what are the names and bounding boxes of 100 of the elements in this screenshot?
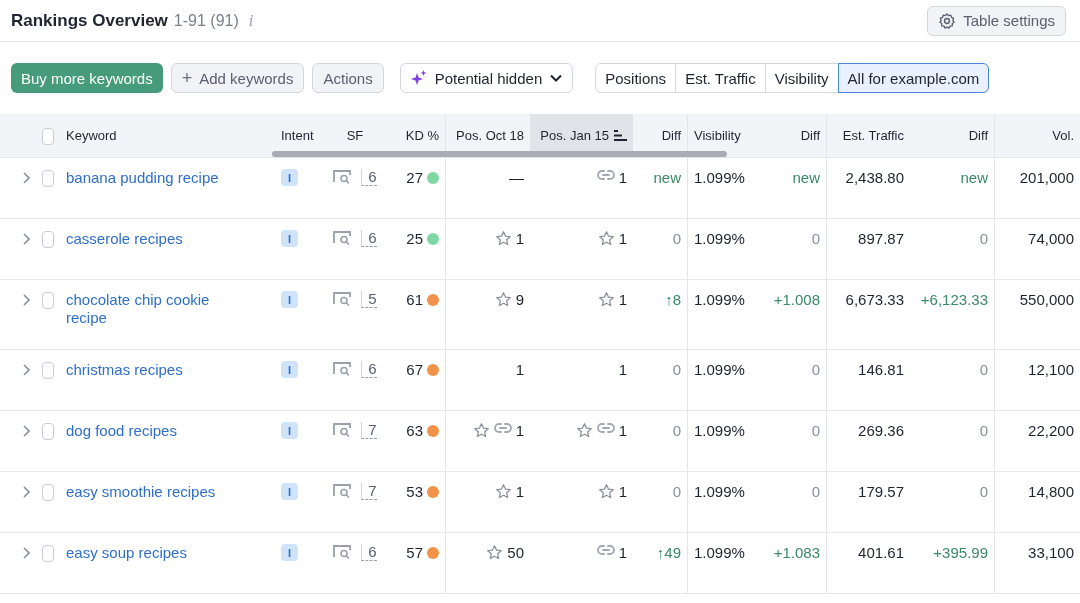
position-value: 1 xyxy=(618,230,627,247)
serp-features-count[interactable]: 5 xyxy=(361,291,377,308)
select-all-checkbox[interactable] xyxy=(42,127,54,145)
chevron-right-icon[interactable] xyxy=(22,486,30,498)
keyword-link[interactable]: banana pudding recipe xyxy=(66,169,219,187)
position-value: 1 xyxy=(515,361,524,378)
chevron-right-icon[interactable] xyxy=(22,233,30,245)
traffic-value: 146.81 xyxy=(858,361,904,378)
page-title: Rankings Overview xyxy=(11,10,168,31)
visibility-value: 1.099% xyxy=(694,169,745,186)
serp-features-count[interactable]: 7 xyxy=(361,422,377,439)
keyword-link[interactable]: chocolate chip cookie recipe xyxy=(66,291,236,327)
position-diff: ↑8 xyxy=(665,291,681,308)
kd-value: 61 xyxy=(406,291,423,308)
link-icon xyxy=(596,544,615,556)
intent-badge: I xyxy=(281,230,298,247)
serp-features-count[interactable]: 6 xyxy=(361,544,377,561)
table-settings-button[interactable]: Table settings xyxy=(927,5,1066,36)
position-value: 9 xyxy=(515,291,524,308)
kd-value: 57 xyxy=(406,544,423,561)
volume-value: 550,000 xyxy=(1019,291,1074,308)
column-header[interactable]: SF xyxy=(346,128,364,143)
add-keywords-button[interactable]: + Add keywords xyxy=(170,63,305,93)
keyword-link[interactable]: easy soup recipes xyxy=(66,544,187,562)
traffic-diff: 0 xyxy=(979,361,988,378)
caret-down-icon xyxy=(550,74,563,82)
intent-badge: I xyxy=(281,483,298,500)
serp-features-count[interactable]: 6 xyxy=(361,361,377,378)
view-tab[interactable]: Visibility xyxy=(764,63,839,93)
star-icon xyxy=(597,483,615,500)
row-checkbox[interactable] xyxy=(42,423,54,440)
column-header[interactable]: Keyword xyxy=(66,128,117,143)
intent-badge: I xyxy=(281,291,298,308)
column-header[interactable]: Vol. xyxy=(1052,128,1074,143)
star-icon xyxy=(575,422,593,439)
intent-badge: I xyxy=(281,544,298,561)
position-value: 1 xyxy=(618,169,627,186)
star-icon xyxy=(472,422,490,439)
star-icon xyxy=(494,483,512,500)
potential-dropdown[interactable]: Potential hidden xyxy=(399,63,574,93)
chevron-right-icon[interactable] xyxy=(22,172,30,184)
position-value: 1 xyxy=(515,230,524,247)
star-icon xyxy=(486,544,504,561)
sparkle-icon xyxy=(410,70,427,86)
column-header[interactable]: Intent xyxy=(281,128,314,143)
row-checkbox[interactable] xyxy=(42,545,54,562)
column-header[interactable]: KD % xyxy=(405,128,439,143)
chevron-right-icon[interactable] xyxy=(22,364,30,376)
position-diff: 0 xyxy=(672,361,681,378)
position-value: 1 xyxy=(515,422,524,439)
visibility-diff: +1.008 xyxy=(773,291,820,308)
traffic-diff: +395.99 xyxy=(933,544,988,561)
position-diff: 0 xyxy=(672,422,681,439)
kd-value: 53 xyxy=(406,483,423,500)
position-value: 1 xyxy=(618,544,627,561)
intent-badge: I xyxy=(281,422,298,439)
serp-features-icon xyxy=(333,422,352,437)
column-header[interactable]: Visibility xyxy=(694,128,741,143)
chevron-right-icon[interactable] xyxy=(22,425,30,437)
column-header[interactable]: Pos. Oct 18 xyxy=(456,128,524,143)
column-header[interactable]: Diff xyxy=(968,128,988,143)
column-header[interactable]: Diff xyxy=(800,128,820,143)
serp-features-count[interactable]: 6 xyxy=(361,169,377,186)
visibility-value: 1.099% xyxy=(694,483,745,500)
row-checkbox[interactable] xyxy=(42,362,54,379)
keyword-link[interactable]: easy smoothie recipes xyxy=(66,483,216,501)
visibility-value: 1.099% xyxy=(694,422,745,439)
traffic-value: 401.61 xyxy=(858,544,904,561)
traffic-value: 269.36 xyxy=(858,422,904,439)
keyword-link[interactable]: casserole recipes xyxy=(66,230,183,248)
row-checkbox[interactable] xyxy=(42,484,54,501)
chevron-right-icon[interactable] xyxy=(22,294,30,306)
actions-button[interactable]: Actions xyxy=(312,63,384,93)
row-checkbox[interactable] xyxy=(42,292,54,309)
position-value: 1 xyxy=(618,361,627,378)
view-tab[interactable]: All for example.com xyxy=(837,63,990,93)
row-checkbox[interactable] xyxy=(42,231,54,248)
column-header[interactable]: Diff xyxy=(661,128,681,143)
view-tab[interactable]: Positions xyxy=(595,63,677,93)
kd-value: 63 xyxy=(406,422,423,439)
position-value: 1 xyxy=(618,422,627,439)
kd-value: 25 xyxy=(406,230,423,247)
position-diff: new xyxy=(653,169,681,186)
view-tab[interactable]: Est. Traffic xyxy=(675,63,766,93)
serp-features-count[interactable]: 6 xyxy=(361,230,377,247)
horizontal-scrollbar[interactable] xyxy=(272,151,727,157)
position-value: 50 xyxy=(507,544,524,561)
star-icon xyxy=(494,291,512,308)
traffic-value: 2,438.80 xyxy=(845,169,904,186)
column-header[interactable]: Est. Traffic xyxy=(842,128,904,143)
position-value: 1 xyxy=(618,483,627,500)
chevron-right-icon[interactable] xyxy=(22,547,30,559)
sort-icon[interactable] xyxy=(614,130,627,141)
row-checkbox[interactable] xyxy=(42,170,54,187)
visibility-diff: +1.083 xyxy=(773,544,820,561)
traffic-diff: new xyxy=(960,169,988,186)
serp-features-icon xyxy=(333,291,352,306)
serp-features-count[interactable]: 7 xyxy=(361,483,377,500)
keyword-link[interactable]: dog food recipes xyxy=(66,422,177,440)
keyword-link[interactable]: christmas recipes xyxy=(66,361,183,379)
